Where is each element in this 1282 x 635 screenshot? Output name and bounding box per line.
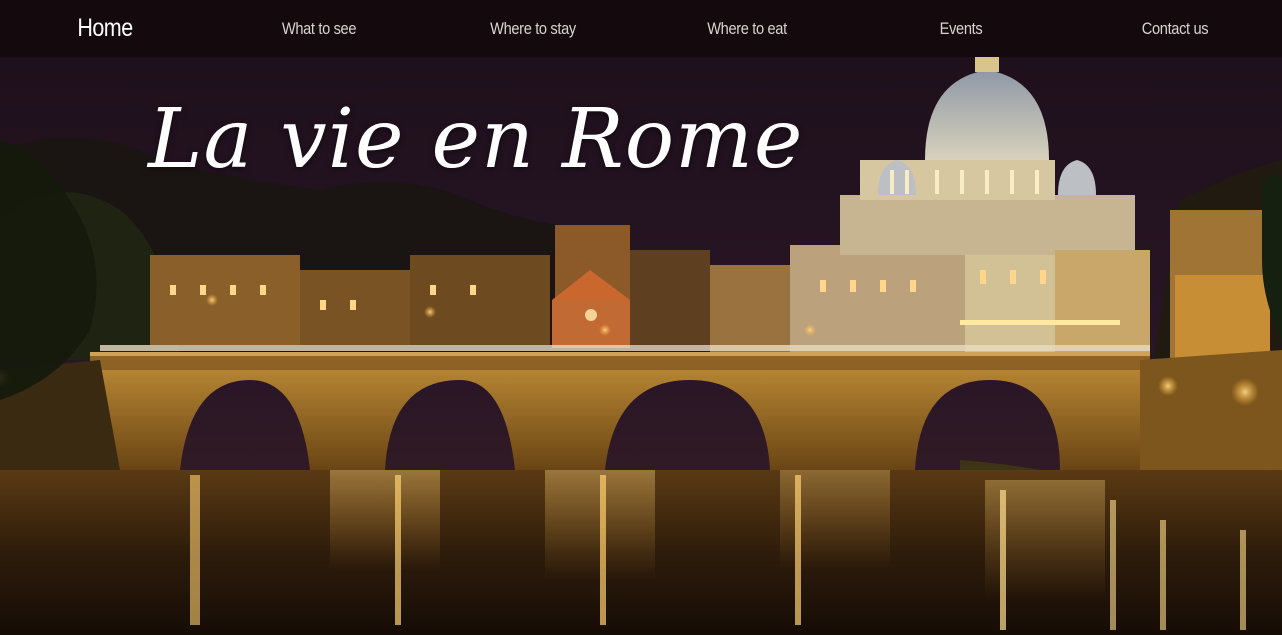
nav-where-to-eat-link[interactable]: Where to eat: [707, 0, 787, 57]
nav-where-to-stay-link[interactable]: Where to stay: [490, 0, 576, 57]
page: Home What to see Where to stay Where to …: [0, 0, 1282, 635]
nav-home-link[interactable]: Home: [77, 0, 133, 57]
top-navigation-bar: Home What to see Where to stay Where to …: [0, 0, 1282, 57]
nav-what-to-see-link[interactable]: What to see: [282, 0, 357, 57]
nav-contact-us-link[interactable]: Contact us: [1142, 0, 1209, 57]
hero-headline: La vie en Rome: [148, 92, 804, 187]
nav-events-link[interactable]: Events: [940, 0, 983, 57]
